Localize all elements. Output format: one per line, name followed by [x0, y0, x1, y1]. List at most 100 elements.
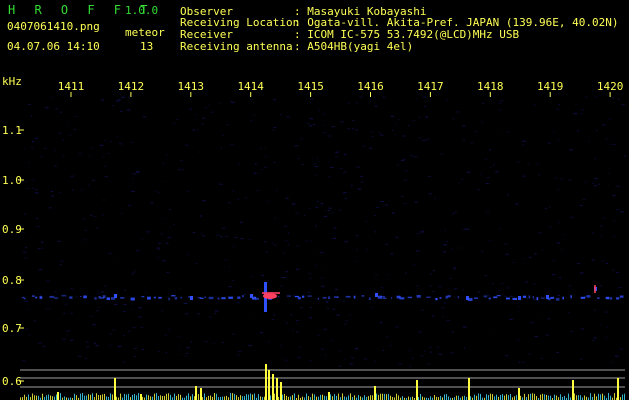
noise-speck	[328, 176, 331, 178]
noise-speck	[451, 248, 453, 250]
noise-speck	[573, 113, 578, 115]
noise-speck	[34, 320, 36, 322]
noise-speck	[380, 322, 383, 324]
noise-speck	[89, 316, 93, 318]
level-bar	[464, 395, 465, 400]
noise-speck	[74, 116, 79, 118]
noise-speck	[576, 263, 581, 265]
noise-speck	[179, 159, 183, 161]
level-bar	[520, 395, 521, 400]
noise-speck	[28, 334, 31, 336]
noise-speck	[77, 355, 82, 357]
level-bar	[576, 395, 577, 400]
level-bar	[188, 393, 189, 400]
noise-speck	[493, 333, 496, 335]
echo-trace	[540, 297, 545, 299]
noise-speck	[158, 191, 162, 193]
noise-speck	[370, 307, 373, 309]
noise-speck	[421, 231, 425, 233]
noise-speck	[63, 313, 65, 314]
level-bar	[556, 395, 557, 400]
noise-speck	[64, 303, 68, 305]
noise-speck	[36, 218, 38, 219]
noise-speck	[522, 144, 525, 146]
noise-speck	[321, 267, 323, 269]
noise-speck	[430, 351, 432, 353]
noise-speck	[273, 99, 276, 101]
noise-speck	[504, 295, 507, 297]
echo-trace	[208, 296, 214, 300]
noise-speck	[224, 236, 229, 237]
noise-speck	[560, 178, 564, 180]
noise-speck	[374, 274, 378, 276]
noise-speck	[104, 176, 108, 178]
noise-speck	[436, 346, 439, 348]
noise-speck	[232, 190, 234, 192]
noise-speck	[392, 212, 395, 214]
noise-speck	[102, 214, 104, 216]
noise-speck	[296, 245, 300, 247]
noise-speck	[177, 335, 181, 337]
echo-trace	[171, 295, 176, 297]
level-bar	[542, 393, 543, 400]
level-bar	[136, 395, 137, 400]
noise-speck	[305, 240, 309, 242]
noise-speck	[493, 164, 495, 166]
echo-trace	[153, 296, 156, 299]
level-bar	[248, 394, 249, 400]
noise-speck	[485, 158, 487, 160]
noise-speck	[272, 242, 274, 244]
noise-speck	[621, 104, 625, 106]
noise-speck	[84, 358, 88, 360]
level-bar	[444, 394, 445, 400]
noise-speck	[475, 130, 477, 132]
noise-speck	[324, 354, 327, 356]
level-bar	[580, 395, 581, 400]
level-bar	[252, 394, 253, 400]
level-bar	[210, 395, 211, 400]
noise-speck	[441, 307, 445, 309]
echo-trace	[506, 297, 510, 300]
noise-speck	[184, 144, 189, 146]
echo-trace	[597, 297, 600, 299]
noise-speck	[579, 205, 583, 206]
noise-speck	[38, 269, 43, 271]
noise-speck	[556, 108, 560, 110]
level-bar	[502, 394, 503, 400]
noise-speck	[89, 155, 91, 157]
level-bar	[80, 393, 81, 400]
echo-trace	[79, 296, 82, 298]
noise-speck	[290, 314, 293, 316]
noise-speck	[82, 218, 86, 220]
noise-speck	[558, 277, 561, 279]
noise-speck	[22, 360, 26, 362]
noise-speck	[489, 149, 492, 151]
noise-speck	[352, 128, 354, 130]
noise-speck	[250, 120, 253, 122]
noise-speck	[326, 302, 329, 303]
noise-speck	[254, 163, 257, 165]
level-bar	[330, 394, 331, 400]
noise-speck	[71, 189, 74, 191]
noise-speck	[394, 122, 397, 124]
noise-speck	[325, 300, 329, 302]
noise-speck	[142, 116, 147, 118]
level-bar	[42, 393, 43, 400]
noise-speck	[24, 148, 26, 150]
noise-speck	[24, 300, 29, 302]
noise-speck	[454, 211, 457, 213]
noise-speck	[431, 291, 435, 292]
level-spike	[265, 364, 267, 400]
level-bar	[536, 396, 537, 400]
echo-trace	[204, 296, 206, 298]
noise-speck	[402, 158, 406, 160]
noise-speck	[25, 180, 27, 182]
noise-speck	[470, 142, 474, 144]
echo-trace	[562, 296, 564, 300]
echo-trace	[391, 297, 393, 299]
noise-speck	[164, 334, 167, 336]
level-bar	[312, 393, 313, 400]
noise-speck	[279, 285, 283, 287]
noise-speck	[580, 272, 584, 274]
echo-trace	[49, 295, 55, 298]
